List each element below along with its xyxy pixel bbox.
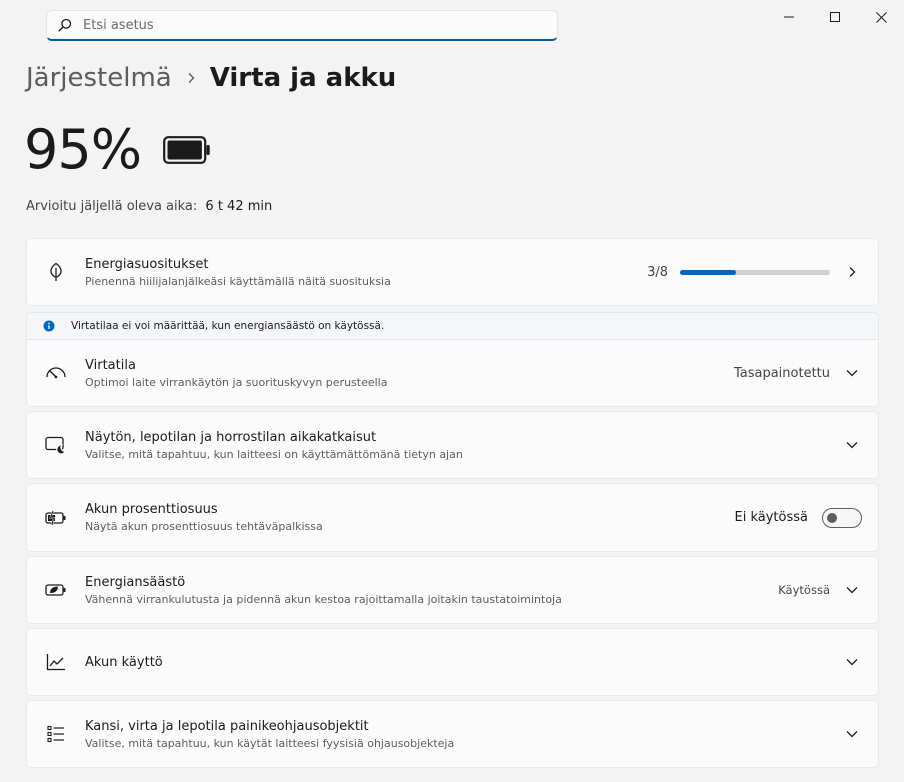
breadcrumb-parent[interactable]: Järjestelmä (26, 63, 172, 93)
speedometer-icon (27, 365, 85, 381)
lid-power-sleep-card[interactable]: Kansi, virta ja lepotila painikeohjausob… (26, 700, 879, 768)
power-mode-title: Virtatila (85, 357, 136, 373)
power-mode-card[interactable]: Virtatila Optimoi laite virrankäytön ja … (26, 340, 879, 407)
energy-saver-icon (27, 582, 85, 598)
page-title: Virta ja akku (209, 63, 397, 93)
toggle-knob (827, 512, 837, 523)
battery-percentage-subtitle: Näytä akun prosenttiosuus tehtäväpalkiss… (85, 520, 323, 533)
lid-power-sleep-subtitle: Valitse, mitä tapahtuu, kun käytät laitt… (85, 736, 455, 750)
search-box[interactable] (46, 10, 558, 41)
info-banner: Virtatilaa ei voi määrittää, kun energia… (26, 312, 879, 340)
chevron-right-icon (842, 266, 862, 278)
remaining-value: 6 t 42 min (205, 199, 273, 214)
screen-sleep-title: Näytön, lepotilan ja horrostilan aikakat… (85, 429, 377, 445)
battery-charging-icon (27, 510, 85, 526)
chevron-right-icon (186, 72, 196, 84)
chevron-down-icon[interactable] (842, 586, 862, 594)
breadcrumb: Järjestelmä Virta ja akku (26, 58, 396, 98)
close-button[interactable] (858, 0, 904, 34)
energy-saver-value: Käytössä (778, 583, 830, 597)
battery-status: 95% (24, 118, 211, 181)
progress-fill (680, 269, 737, 275)
list-icon (27, 725, 85, 743)
search-icon (47, 18, 83, 32)
chevron-down-icon[interactable] (842, 441, 862, 449)
energy-recommendations-title: Energiasuositukset (85, 256, 209, 272)
minimize-icon (784, 16, 794, 18)
remaining-label: Arvioitu jäljellä oleva aika: (26, 199, 198, 214)
info-banner-text: Virtatilaa ei voi määrittää, kun energia… (71, 320, 385, 332)
battery-usage-title: Akun käyttö (85, 654, 163, 670)
screen-sleep-subtitle: Valitse, mitä tapahtuu, kun laitteesi on… (85, 447, 463, 461)
lid-power-sleep-title: Kansi, virta ja lepotila painikeohjausob… (85, 718, 369, 734)
search-input[interactable] (83, 17, 523, 33)
minimize-button[interactable] (766, 0, 812, 34)
recommendations-count: 3/8 (647, 264, 668, 280)
energy-recommendations-card[interactable]: Energiasuositukset Pienennä hiilijalanjä… (26, 238, 879, 306)
maximize-button[interactable] (812, 0, 858, 34)
battery-percentage-state: Ei käytössä (734, 510, 808, 525)
battery-percentage-card: Akun prosenttiosuus Näytä akun prosentti… (26, 483, 879, 552)
chevron-down-icon[interactable] (842, 658, 862, 666)
energy-saver-card[interactable]: Energiansäästö Vähennä virrankulutusta j… (26, 556, 879, 624)
title-bar (0, 0, 904, 46)
info-icon (27, 320, 71, 332)
power-mode-value[interactable]: Tasapainotettu (734, 366, 830, 381)
chart-line-icon (27, 653, 85, 671)
maximize-icon (830, 12, 840, 22)
screen-sleep-card[interactable]: Näytön, lepotilan ja horrostilan aikakat… (26, 411, 879, 479)
battery-percentage-toggle[interactable] (822, 507, 862, 528)
battery-percent: 95% (24, 118, 142, 181)
battery-percentage-title: Akun prosenttiosuus (85, 502, 218, 517)
chevron-down-icon[interactable] (842, 730, 862, 738)
power-mode-subtitle: Optimoi laite virrankäytön ja suoritusky… (85, 375, 388, 389)
close-icon (875, 11, 887, 23)
window-controls (766, 0, 904, 34)
estimated-time-remaining: Arvioitu jäljellä oleva aika: 6 t 42 min (26, 199, 272, 214)
screen-sleep-icon (27, 436, 85, 454)
battery-icon (163, 135, 211, 168)
recommendations-progress-bar (680, 269, 830, 275)
leaf-icon (27, 262, 85, 282)
energy-recommendations-subtitle: Pienennä hiilijalanjälkeäsi käyttämällä … (85, 274, 391, 288)
energy-saver-subtitle: Vähennä virrankulutusta ja pidennä akun … (85, 592, 562, 606)
battery-usage-card[interactable]: Akun käyttö (26, 628, 879, 696)
energy-saver-title: Energiansäästö (85, 574, 186, 590)
chevron-down-icon[interactable] (842, 369, 862, 377)
